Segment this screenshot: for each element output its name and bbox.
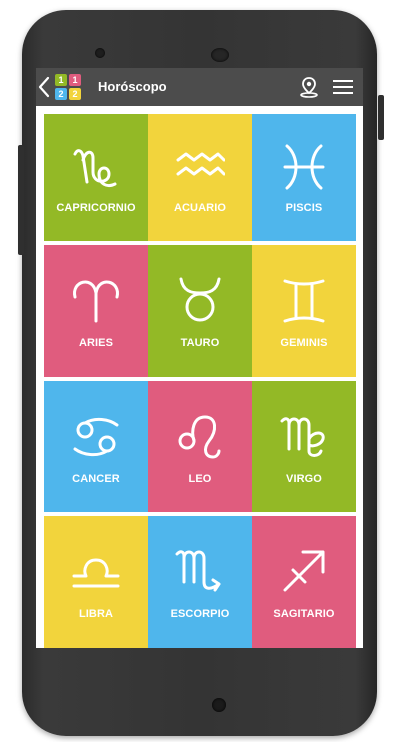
- aquarius-icon: [176, 152, 225, 176]
- virgo-icon: [280, 417, 325, 457]
- earpiece-speaker: [211, 48, 229, 62]
- logo-tile: 1: [69, 74, 81, 86]
- sign-tile-capricornio[interactable]: CAPRICORNIO: [44, 114, 148, 241]
- sign-tile-cancer[interactable]: CANCER: [44, 381, 148, 512]
- location-button[interactable]: [298, 76, 320, 98]
- sign-tile-sagitario[interactable]: SAGITARIO: [252, 516, 356, 648]
- app-bar: 1 1 2 2 Horóscopo: [36, 68, 363, 106]
- aries-icon: [73, 280, 119, 323]
- sign-tile-virgo[interactable]: VIRGO: [252, 381, 356, 512]
- back-button[interactable]: [36, 72, 52, 102]
- sign-label: ACUARIO: [173, 202, 227, 214]
- app-screen: 1 1 2 2 Horóscopo CAPRICORNIO ACUARIO PI…: [36, 68, 363, 648]
- sign-label: ESCORPIO: [170, 608, 230, 620]
- sign-label: CAPRICORNIO: [56, 202, 136, 214]
- sign-tile-acuario[interactable]: ACUARIO: [148, 114, 252, 241]
- sagittarius-icon: [283, 550, 325, 592]
- page-title: Horóscopo: [98, 79, 167, 94]
- libra-icon: [72, 558, 120, 588]
- power-button: [378, 95, 384, 140]
- sign-tile-geminis[interactable]: GEMINIS: [252, 245, 356, 377]
- volume-button: [18, 145, 24, 255]
- chevron-left-icon: [38, 76, 50, 98]
- sign-label: PISCIS: [285, 202, 323, 214]
- scorpio-icon: [175, 550, 221, 592]
- sign-tile-aries[interactable]: ARIES: [44, 245, 148, 377]
- cancer-icon: [73, 417, 119, 457]
- sign-label: ARIES: [78, 337, 114, 349]
- sign-tile-escorpio[interactable]: ESCORPIO: [148, 516, 252, 648]
- sign-label: CANCER: [72, 473, 120, 485]
- gemini-icon: [283, 279, 325, 323]
- zodiac-grid: CAPRICORNIO ACUARIO PISCIS ARIES TAURO G…: [44, 114, 357, 648]
- location-pin-icon: [300, 77, 318, 98]
- home-indicator: [212, 698, 226, 712]
- hamburger-menu-icon: [333, 80, 353, 94]
- logo-tile: 1: [55, 74, 67, 86]
- sign-tile-piscis[interactable]: PISCIS: [252, 114, 356, 241]
- sign-label: LIBRA: [78, 608, 114, 620]
- app-logo: 1 1 2 2: [55, 74, 81, 100]
- sign-tile-leo[interactable]: LEO: [148, 381, 252, 512]
- sign-label: VIRGO: [286, 473, 322, 485]
- taurus-icon: [179, 277, 221, 322]
- capricorn-icon: [73, 149, 117, 188]
- front-camera: [95, 48, 105, 58]
- sign-tile-libra[interactable]: LIBRA: [44, 516, 148, 648]
- logo-tile: 2: [55, 88, 67, 100]
- leo-icon: [178, 415, 221, 459]
- menu-button[interactable]: [332, 77, 354, 97]
- sign-label: LEO: [188, 473, 212, 485]
- sign-label: SAGITARIO: [273, 608, 335, 620]
- logo-tile: 2: [69, 88, 81, 100]
- sign-tile-tauro[interactable]: TAURO: [148, 245, 252, 377]
- sign-label: TAURO: [180, 337, 220, 349]
- sign-label: GEMINIS: [280, 337, 328, 349]
- pisces-icon: [283, 144, 325, 190]
